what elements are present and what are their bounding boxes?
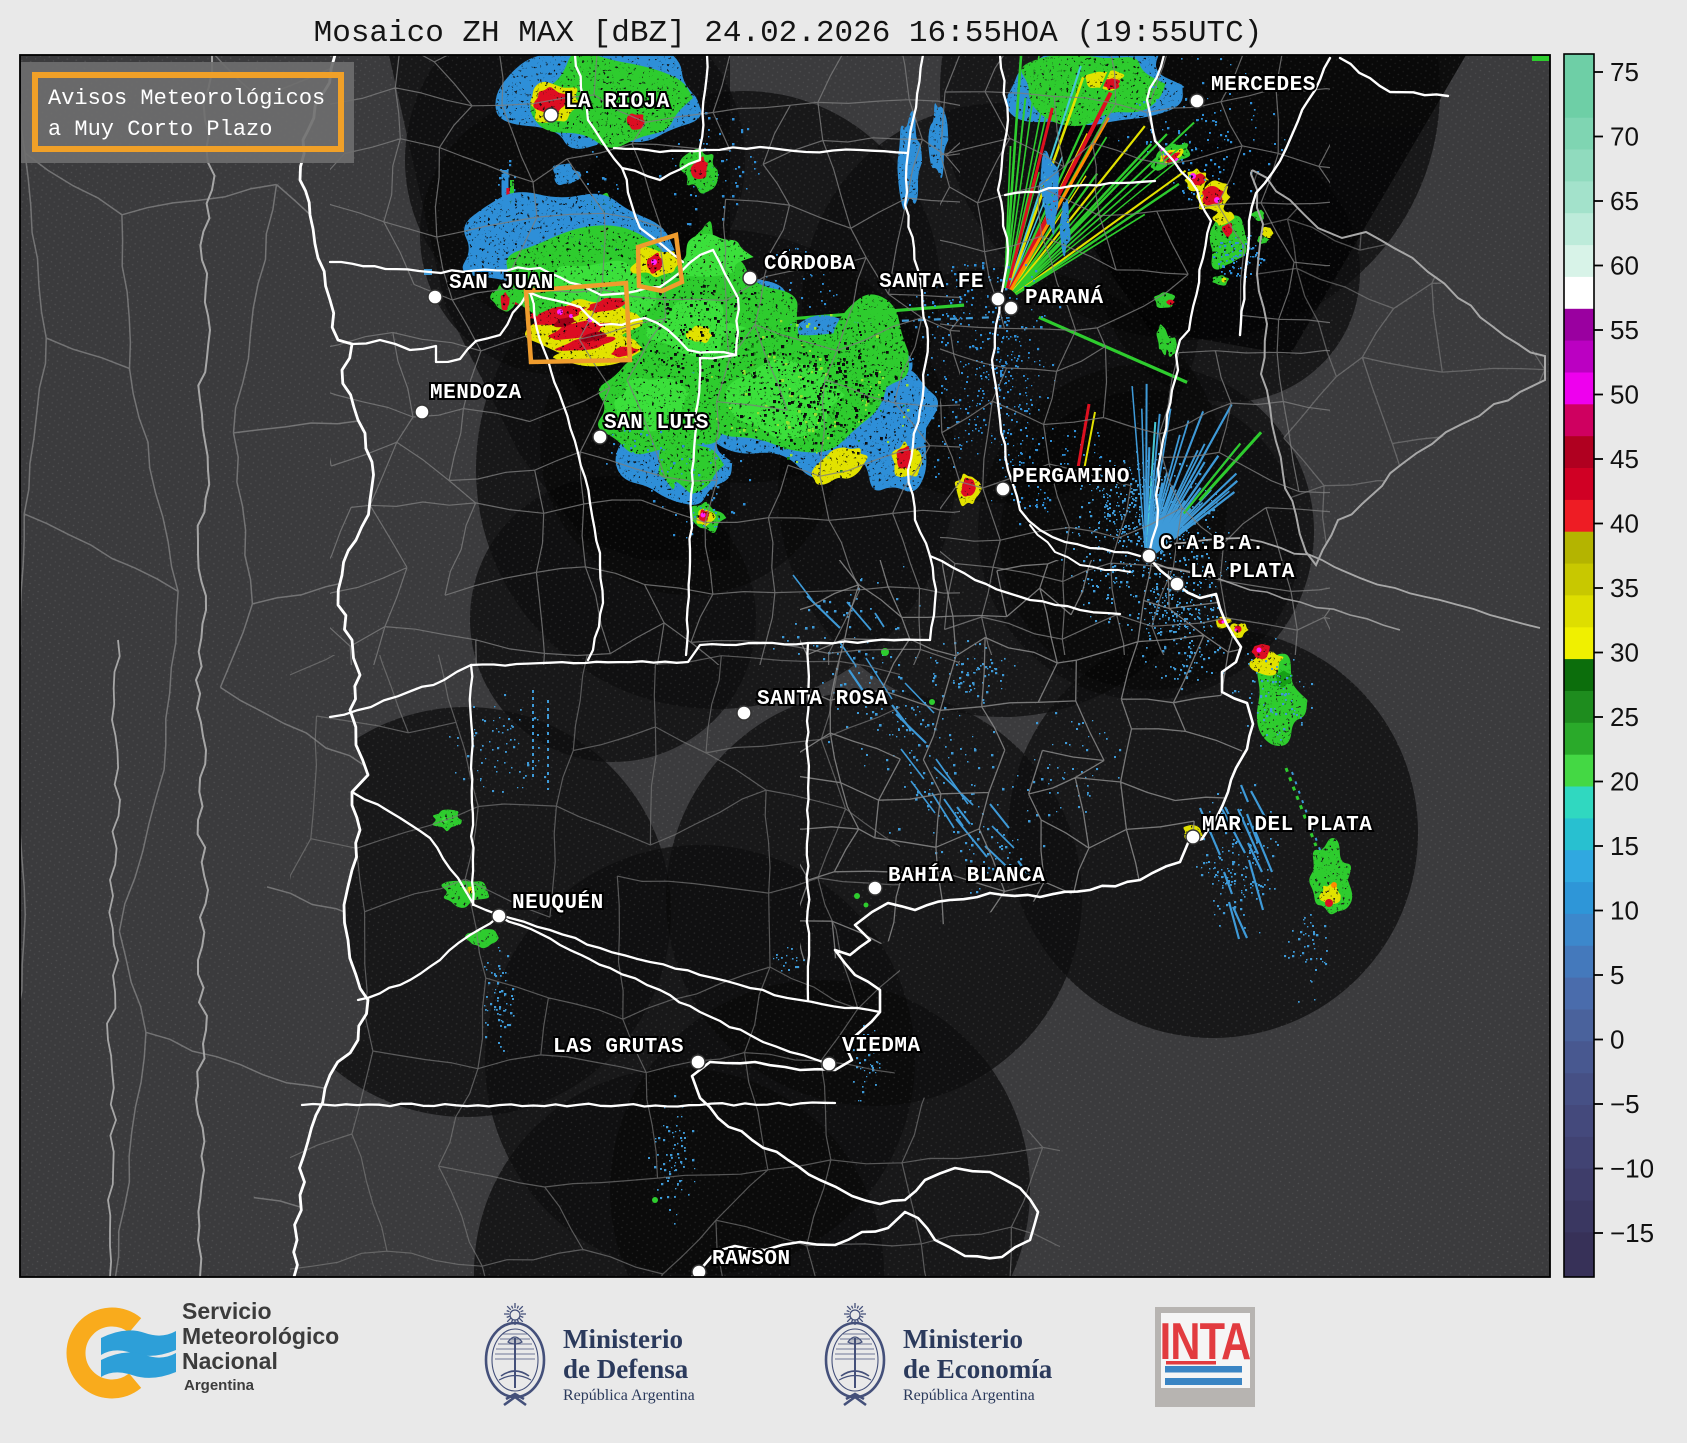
svg-text:65: 65 <box>1610 186 1639 216</box>
svg-text:PERGAMINO: PERGAMINO <box>1012 466 1130 489</box>
svg-text:0: 0 <box>1610 1025 1624 1055</box>
svg-text:NEUQUÉN: NEUQUÉN <box>512 891 604 915</box>
svg-text:SANTA ROSA: SANTA ROSA <box>757 688 888 711</box>
svg-text:VIEDMA: VIEDMA <box>842 1035 921 1058</box>
svg-text:Ministerio: Ministerio <box>903 1324 1023 1354</box>
svg-text:15: 15 <box>1610 831 1639 861</box>
svg-text:LA RIOJA: LA RIOJA <box>565 91 670 114</box>
svg-text:Meteorológico: Meteorológico <box>182 1323 339 1349</box>
svg-text:75: 75 <box>1610 57 1639 87</box>
svg-text:C.A.B.A.: C.A.B.A. <box>1160 533 1265 556</box>
svg-text:de Defensa: de Defensa <box>563 1354 689 1384</box>
svg-text:10: 10 <box>1610 896 1639 926</box>
svg-text:de Economía: de Economía <box>903 1354 1053 1384</box>
svg-text:−5: −5 <box>1610 1089 1640 1119</box>
svg-text:CÓRDOBA: CÓRDOBA <box>764 252 856 276</box>
svg-text:República Argentina: República Argentina <box>563 1387 695 1404</box>
svg-text:SAN LUIS: SAN LUIS <box>604 412 709 435</box>
svg-text:SANTA FE: SANTA FE <box>879 271 984 294</box>
svg-text:Servicio: Servicio <box>182 1298 272 1324</box>
svg-text:Mosaico ZH MAX [dBZ] 24.02.202: Mosaico ZH MAX [dBZ] 24.02.2026 16:55HOA… <box>314 16 1263 51</box>
svg-text:LAS GRUTAS: LAS GRUTAS <box>553 1036 684 1059</box>
svg-text:5: 5 <box>1610 960 1624 990</box>
svg-text:a Muy Corto Plazo: a Muy Corto Plazo <box>48 117 272 142</box>
svg-text:60: 60 <box>1610 251 1639 281</box>
svg-text:Ministerio: Ministerio <box>563 1324 683 1354</box>
svg-text:35: 35 <box>1610 573 1639 603</box>
svg-text:70: 70 <box>1610 122 1639 152</box>
svg-text:RAWSON: RAWSON <box>712 1248 791 1271</box>
svg-text:MERCEDES: MERCEDES <box>1211 74 1316 97</box>
svg-text:Nacional: Nacional <box>182 1348 278 1374</box>
svg-text:45: 45 <box>1610 444 1639 474</box>
svg-text:República Argentina: República Argentina <box>903 1387 1035 1404</box>
svg-text:SAN JUAN: SAN JUAN <box>449 272 554 295</box>
svg-text:Avisos Meteorológicos: Avisos Meteorológicos <box>48 86 325 111</box>
svg-text:25: 25 <box>1610 702 1639 732</box>
svg-text:55: 55 <box>1610 315 1639 345</box>
svg-text:LA PLATA: LA PLATA <box>1190 561 1295 584</box>
svg-text:−15: −15 <box>1610 1218 1654 1248</box>
svg-text:Argentina: Argentina <box>184 1377 255 1394</box>
svg-text:20: 20 <box>1610 767 1639 797</box>
svg-text:50: 50 <box>1610 380 1639 410</box>
svg-text:40: 40 <box>1610 509 1639 539</box>
svg-text:MENDOZA: MENDOZA <box>430 382 522 405</box>
svg-text:PARANÁ: PARANÁ <box>1025 286 1104 310</box>
svg-text:BAHÍA BLANCA: BAHÍA BLANCA <box>888 864 1045 888</box>
svg-text:−10: −10 <box>1610 1154 1654 1184</box>
svg-text:30: 30 <box>1610 638 1639 668</box>
svg-text:MAR DEL PLATA: MAR DEL PLATA <box>1202 814 1372 837</box>
